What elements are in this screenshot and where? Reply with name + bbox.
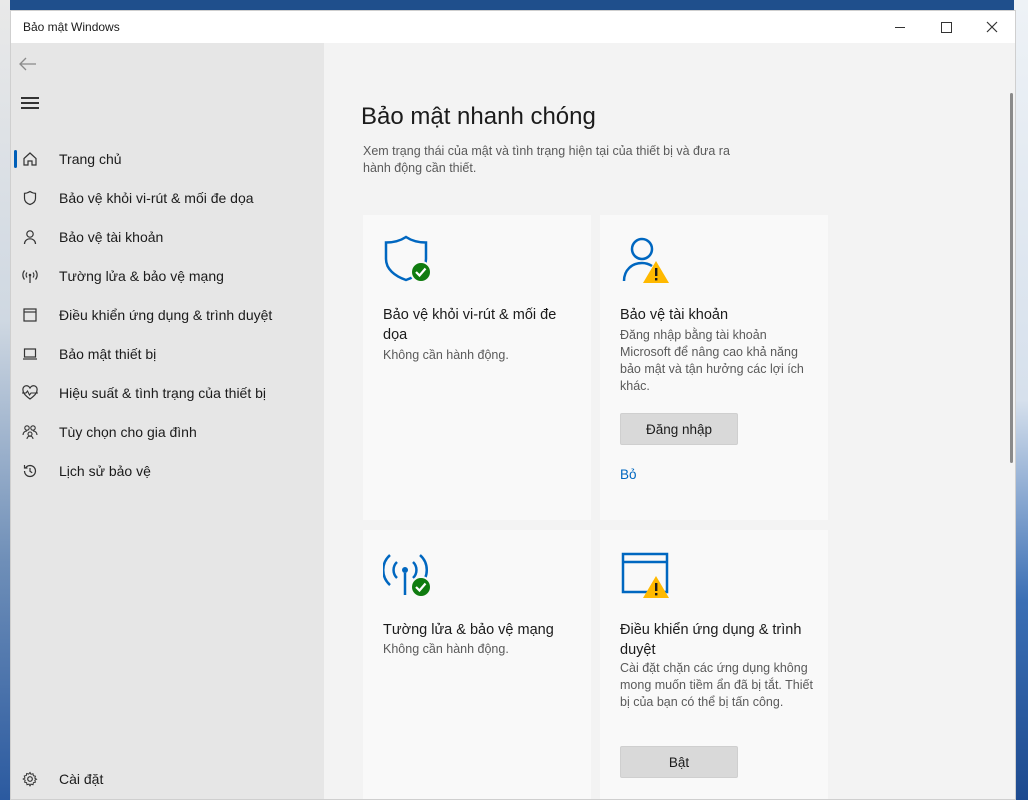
window-title: Bảo mật Windows <box>23 20 120 34</box>
minimize-button[interactable] <box>877 11 923 43</box>
card-app-browser-control[interactable]: Điều khiển ứng dụng & trình duyệt Cài đặ… <box>600 530 828 799</box>
sidebar-item-account-protection[interactable]: Bảo vệ tài khoản <box>11 218 324 256</box>
card-title: Bảo vệ tài khoản <box>620 307 729 323</box>
heart-pulse-icon <box>21 384 39 402</box>
card-status: Không cần hành động. <box>383 642 509 656</box>
shield-check-icon <box>383 235 437 285</box>
person-warning-icon <box>620 235 674 285</box>
close-icon <box>986 21 998 33</box>
main-content: Bảo mật nhanh chóng Xem trạng thái của m… <box>324 43 1015 799</box>
windows-security-window: Bảo mật Windows Trang chủ Bảo vệ khỏi vi… <box>10 10 1016 800</box>
antenna-check-icon <box>381 550 437 600</box>
card-account-protection[interactable]: Bảo vệ tài khoản Đăng nhập bằng tài khoả… <box>600 215 828 520</box>
card-title: Tường lửa & bảo vệ mạng <box>383 622 554 638</box>
card-title: Bảo vệ khỏi vi-rút & mối đe dọa <box>383 307 557 343</box>
home-icon <box>21 150 39 168</box>
sidebar-item-settings[interactable]: Cài đặt <box>11 760 324 798</box>
back-arrow-icon <box>19 57 36 71</box>
sidebar-item-protection-history[interactable]: Lịch sử bảo vệ <box>11 452 324 490</box>
sidebar-item-label: Tường lửa & bảo vệ mạng <box>59 268 224 284</box>
desktop-background-left <box>0 0 10 800</box>
sidebar-item-label: Bảo mật thiết bị <box>59 346 157 362</box>
sidebar-item-device-performance[interactable]: Hiệu suất & tình trạng của thiết bị <box>11 374 324 412</box>
hamburger-icon <box>21 97 39 99</box>
sidebar-item-virus-protection[interactable]: Bảo vệ khỏi vi-rút & mối đe dọa <box>11 179 324 217</box>
sidebar-item-label: Bảo vệ khỏi vi-rút & mối đe dọa <box>59 190 254 206</box>
sidebar: Trang chủ Bảo vệ khỏi vi-rút & mối đe dọ… <box>11 43 324 799</box>
antenna-icon <box>21 267 39 285</box>
dismiss-link[interactable]: Bỏ <box>620 467 637 482</box>
browser-warning-icon <box>620 550 674 600</box>
card-firewall[interactable]: Tường lửa & bảo vệ mạng Không cần hành đ… <box>363 530 591 799</box>
sign-in-button[interactable]: Đăng nhập <box>620 413 738 445</box>
maximize-button[interactable] <box>923 11 969 43</box>
sidebar-item-firewall[interactable]: Tường lửa & bảo vệ mạng <box>11 257 324 295</box>
laptop-icon <box>21 345 39 363</box>
turn-on-button[interactable]: Bật <box>620 746 738 778</box>
scrollbar[interactable] <box>1010 93 1013 463</box>
settings-label: Cài đặt <box>59 771 104 787</box>
sidebar-item-home[interactable]: Trang chủ <box>11 140 324 178</box>
sidebar-item-device-security[interactable]: Bảo mật thiết bị <box>11 335 324 373</box>
maximize-icon <box>940 21 952 33</box>
browser-window-icon <box>21 306 39 324</box>
card-virus-protection[interactable]: Bảo vệ khỏi vi-rút & mối đe dọa Không cầ… <box>363 215 591 520</box>
person-icon <box>21 228 39 246</box>
page-title: Bảo mật nhanh chóng <box>361 103 596 130</box>
card-status: Đăng nhập bằng tài khoản Microsoft để nâ… <box>620 328 804 393</box>
sidebar-item-label: Lịch sử bảo vệ <box>59 463 151 479</box>
sidebar-item-label: Điều khiển ứng dụng & trình duyệt <box>59 307 273 323</box>
desktop-background-right <box>1014 0 1028 800</box>
back-button[interactable] <box>19 55 43 75</box>
card-title: Điều khiển ứng dụng & trình duyệt <box>620 622 802 658</box>
card-status: Cài đặt chặn các ứng dụng không mong muố… <box>620 661 813 709</box>
sidebar-item-label: Bảo vệ tài khoản <box>59 229 164 245</box>
page-description: Xem trạng thái của mật và tình trạng hiệ… <box>363 144 730 175</box>
sidebar-item-family-options[interactable]: Tùy chọn cho gia đình <box>11 413 324 451</box>
gear-icon <box>21 770 39 788</box>
history-icon <box>21 462 39 480</box>
minimize-icon <box>895 26 905 28</box>
family-icon <box>21 423 39 441</box>
sidebar-item-app-browser-control[interactable]: Điều khiển ứng dụng & trình duyệt <box>11 296 324 334</box>
sidebar-item-label: Tùy chọn cho gia đình <box>59 424 197 440</box>
title-bar: Bảo mật Windows <box>11 11 1015 43</box>
shield-icon <box>21 189 39 207</box>
close-button[interactable] <box>969 11 1015 43</box>
hamburger-menu-button[interactable] <box>21 97 39 111</box>
card-status: Không cần hành động. <box>383 348 509 362</box>
sidebar-item-label: Hiệu suất & tình trạng của thiết bị <box>59 385 267 401</box>
sidebar-item-label: Trang chủ <box>59 151 122 167</box>
